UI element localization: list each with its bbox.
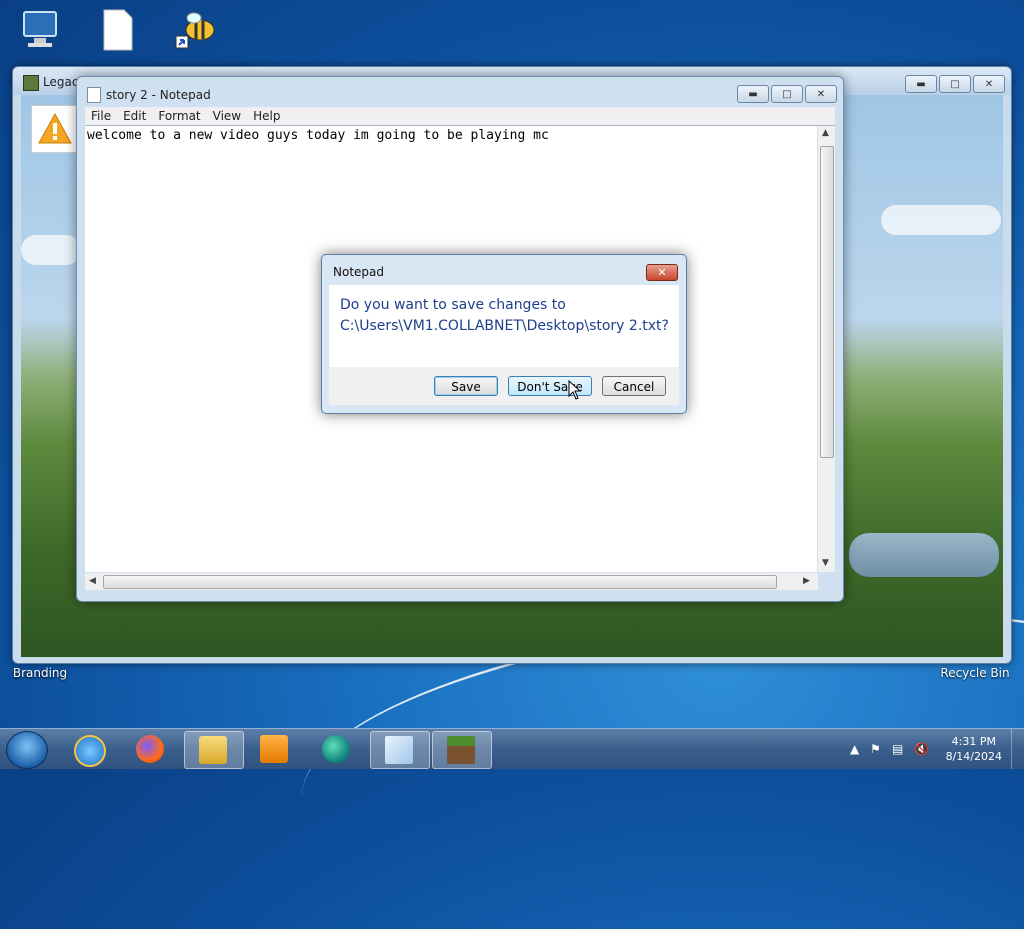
taskbar-firefox[interactable]: [122, 731, 180, 767]
menu-file[interactable]: File: [85, 107, 117, 125]
minimize-icon: ▬: [748, 88, 758, 100]
dialog-message-line2: C:\Users\VM1.COLLABNET\Desktop\story 2.t…: [340, 318, 669, 334]
notepad-icon: [385, 736, 413, 764]
scroll-down-icon[interactable]: ▼: [822, 558, 829, 568]
horizontal-scrollbar[interactable]: ◀ ▶: [85, 573, 818, 590]
maximize-icon: □: [782, 88, 792, 100]
clock-date: 8/14/2024: [945, 750, 1002, 763]
water-patch: [849, 533, 999, 577]
document-icon: [94, 8, 138, 52]
notepad-icon: [87, 87, 101, 103]
notepad-menubar: File Edit Format View Help: [85, 107, 835, 125]
dialog-title: Notepad: [333, 265, 384, 279]
warning-panel: [31, 105, 79, 153]
volume-muted-icon[interactable]: 🔇: [914, 742, 929, 756]
desktop-icon-recycle-bin[interactable]: Recycle Bin: [935, 666, 1015, 680]
bee-icon: [174, 8, 218, 52]
cloud: [881, 205, 1001, 235]
menu-edit[interactable]: Edit: [117, 107, 152, 125]
start-orb-icon[interactable]: [6, 731, 48, 769]
maximize-button[interactable]: □: [939, 75, 971, 93]
dialog-button-bar: Save Don't Save Cancel: [329, 367, 679, 405]
menu-help[interactable]: Help: [247, 107, 286, 125]
taskbar-notepad[interactable]: [370, 731, 430, 769]
media-player-icon: [260, 735, 288, 763]
scroll-right-icon[interactable]: ▶: [803, 576, 810, 586]
horizontal-scroll-thumb[interactable]: [103, 575, 777, 589]
minimize-button[interactable]: ▬: [905, 75, 937, 93]
taskbar-internet-explorer[interactable]: [60, 731, 118, 767]
maximize-button[interactable]: □: [771, 85, 803, 103]
close-icon: ✕: [984, 78, 994, 90]
scroll-up-icon[interactable]: ▲: [822, 128, 829, 138]
clock-time: 4:31 PM: [951, 735, 996, 748]
close-icon: ✕: [657, 266, 667, 279]
dialog-close-button[interactable]: ✕: [646, 264, 678, 281]
minimize-button[interactable]: ▬: [737, 85, 769, 103]
desktop-icon-computer[interactable]: [0, 8, 80, 56]
close-icon: ✕: [816, 88, 826, 100]
action-center-flag-icon[interactable]: ⚑: [870, 742, 881, 756]
network-icon[interactable]: ▤: [892, 742, 903, 756]
cloud: [21, 235, 81, 265]
show-hidden-icons-icon[interactable]: ▲: [850, 742, 859, 756]
save-button[interactable]: Save: [434, 376, 498, 396]
taskbar-clock[interactable]: 4:31 PM 8/14/2024: [946, 734, 1002, 764]
minecraft-app-icon: [23, 75, 39, 91]
dialog-message-line1: Do you want to save changes to: [340, 297, 566, 313]
close-button[interactable]: ✕: [973, 75, 1005, 93]
menu-format[interactable]: Format: [152, 107, 206, 125]
taskbar-minecraft[interactable]: [432, 731, 492, 769]
show-desktop-button[interactable]: [1011, 729, 1024, 769]
mouse-cursor-icon: [568, 380, 582, 400]
desktop-icon-branding[interactable]: Branding: [0, 666, 80, 680]
dialog-message: Do you want to save changes to C:\Users\…: [340, 295, 669, 337]
desktop-icon-document[interactable]: [76, 8, 156, 56]
edge-icon: [322, 735, 350, 763]
cancel-button[interactable]: Cancel: [602, 376, 666, 396]
maximize-icon: □: [950, 78, 960, 90]
vertical-scroll-thumb[interactable]: [820, 146, 834, 458]
notepad-content[interactable]: welcome to a new video guys today im goi…: [87, 128, 549, 143]
system-tray: ▲ ⚑ ▤ 🔇 4:31 PM 8/14/2024: [844, 729, 1024, 769]
notepad-caption-buttons: ▬ □ ✕: [737, 85, 837, 103]
save-changes-dialog[interactable]: Notepad ✕ Do you want to save changes to…: [321, 254, 687, 414]
scroll-left-icon[interactable]: ◀: [89, 576, 96, 586]
firefox-icon: [136, 735, 164, 763]
file-explorer-icon: [199, 736, 227, 764]
desktop-icon-beeref[interactable]: [156, 8, 236, 56]
dialog-body: Do you want to save changes to C:\Users\…: [329, 285, 679, 367]
close-button[interactable]: ✕: [805, 85, 837, 103]
menu-view[interactable]: View: [207, 107, 247, 125]
branding-label: Branding: [12, 666, 68, 680]
recycle-bin-label: Recycle Bin: [940, 666, 1010, 680]
warning-triangle-icon: [38, 112, 72, 144]
taskbar-media-player[interactable]: [246, 731, 304, 767]
notepad-titlebar[interactable]: story 2 - Notepad ▬ □ ✕: [77, 77, 843, 107]
internet-explorer-icon: [74, 735, 106, 767]
taskbar-file-explorer[interactable]: [184, 731, 244, 769]
vertical-scrollbar[interactable]: ▲ ▼: [817, 126, 835, 572]
minecraft-icon: [447, 736, 475, 764]
taskbar: ▲ ⚑ ▤ 🔇 4:31 PM 8/14/2024: [0, 728, 1024, 769]
computer-icon: [18, 8, 62, 52]
taskbar-edge[interactable]: [308, 731, 366, 767]
notepad-title: story 2 - Notepad: [106, 88, 211, 102]
minecraft-caption-buttons: ▬ □ ✕: [905, 75, 1005, 93]
minimize-icon: ▬: [916, 78, 926, 90]
